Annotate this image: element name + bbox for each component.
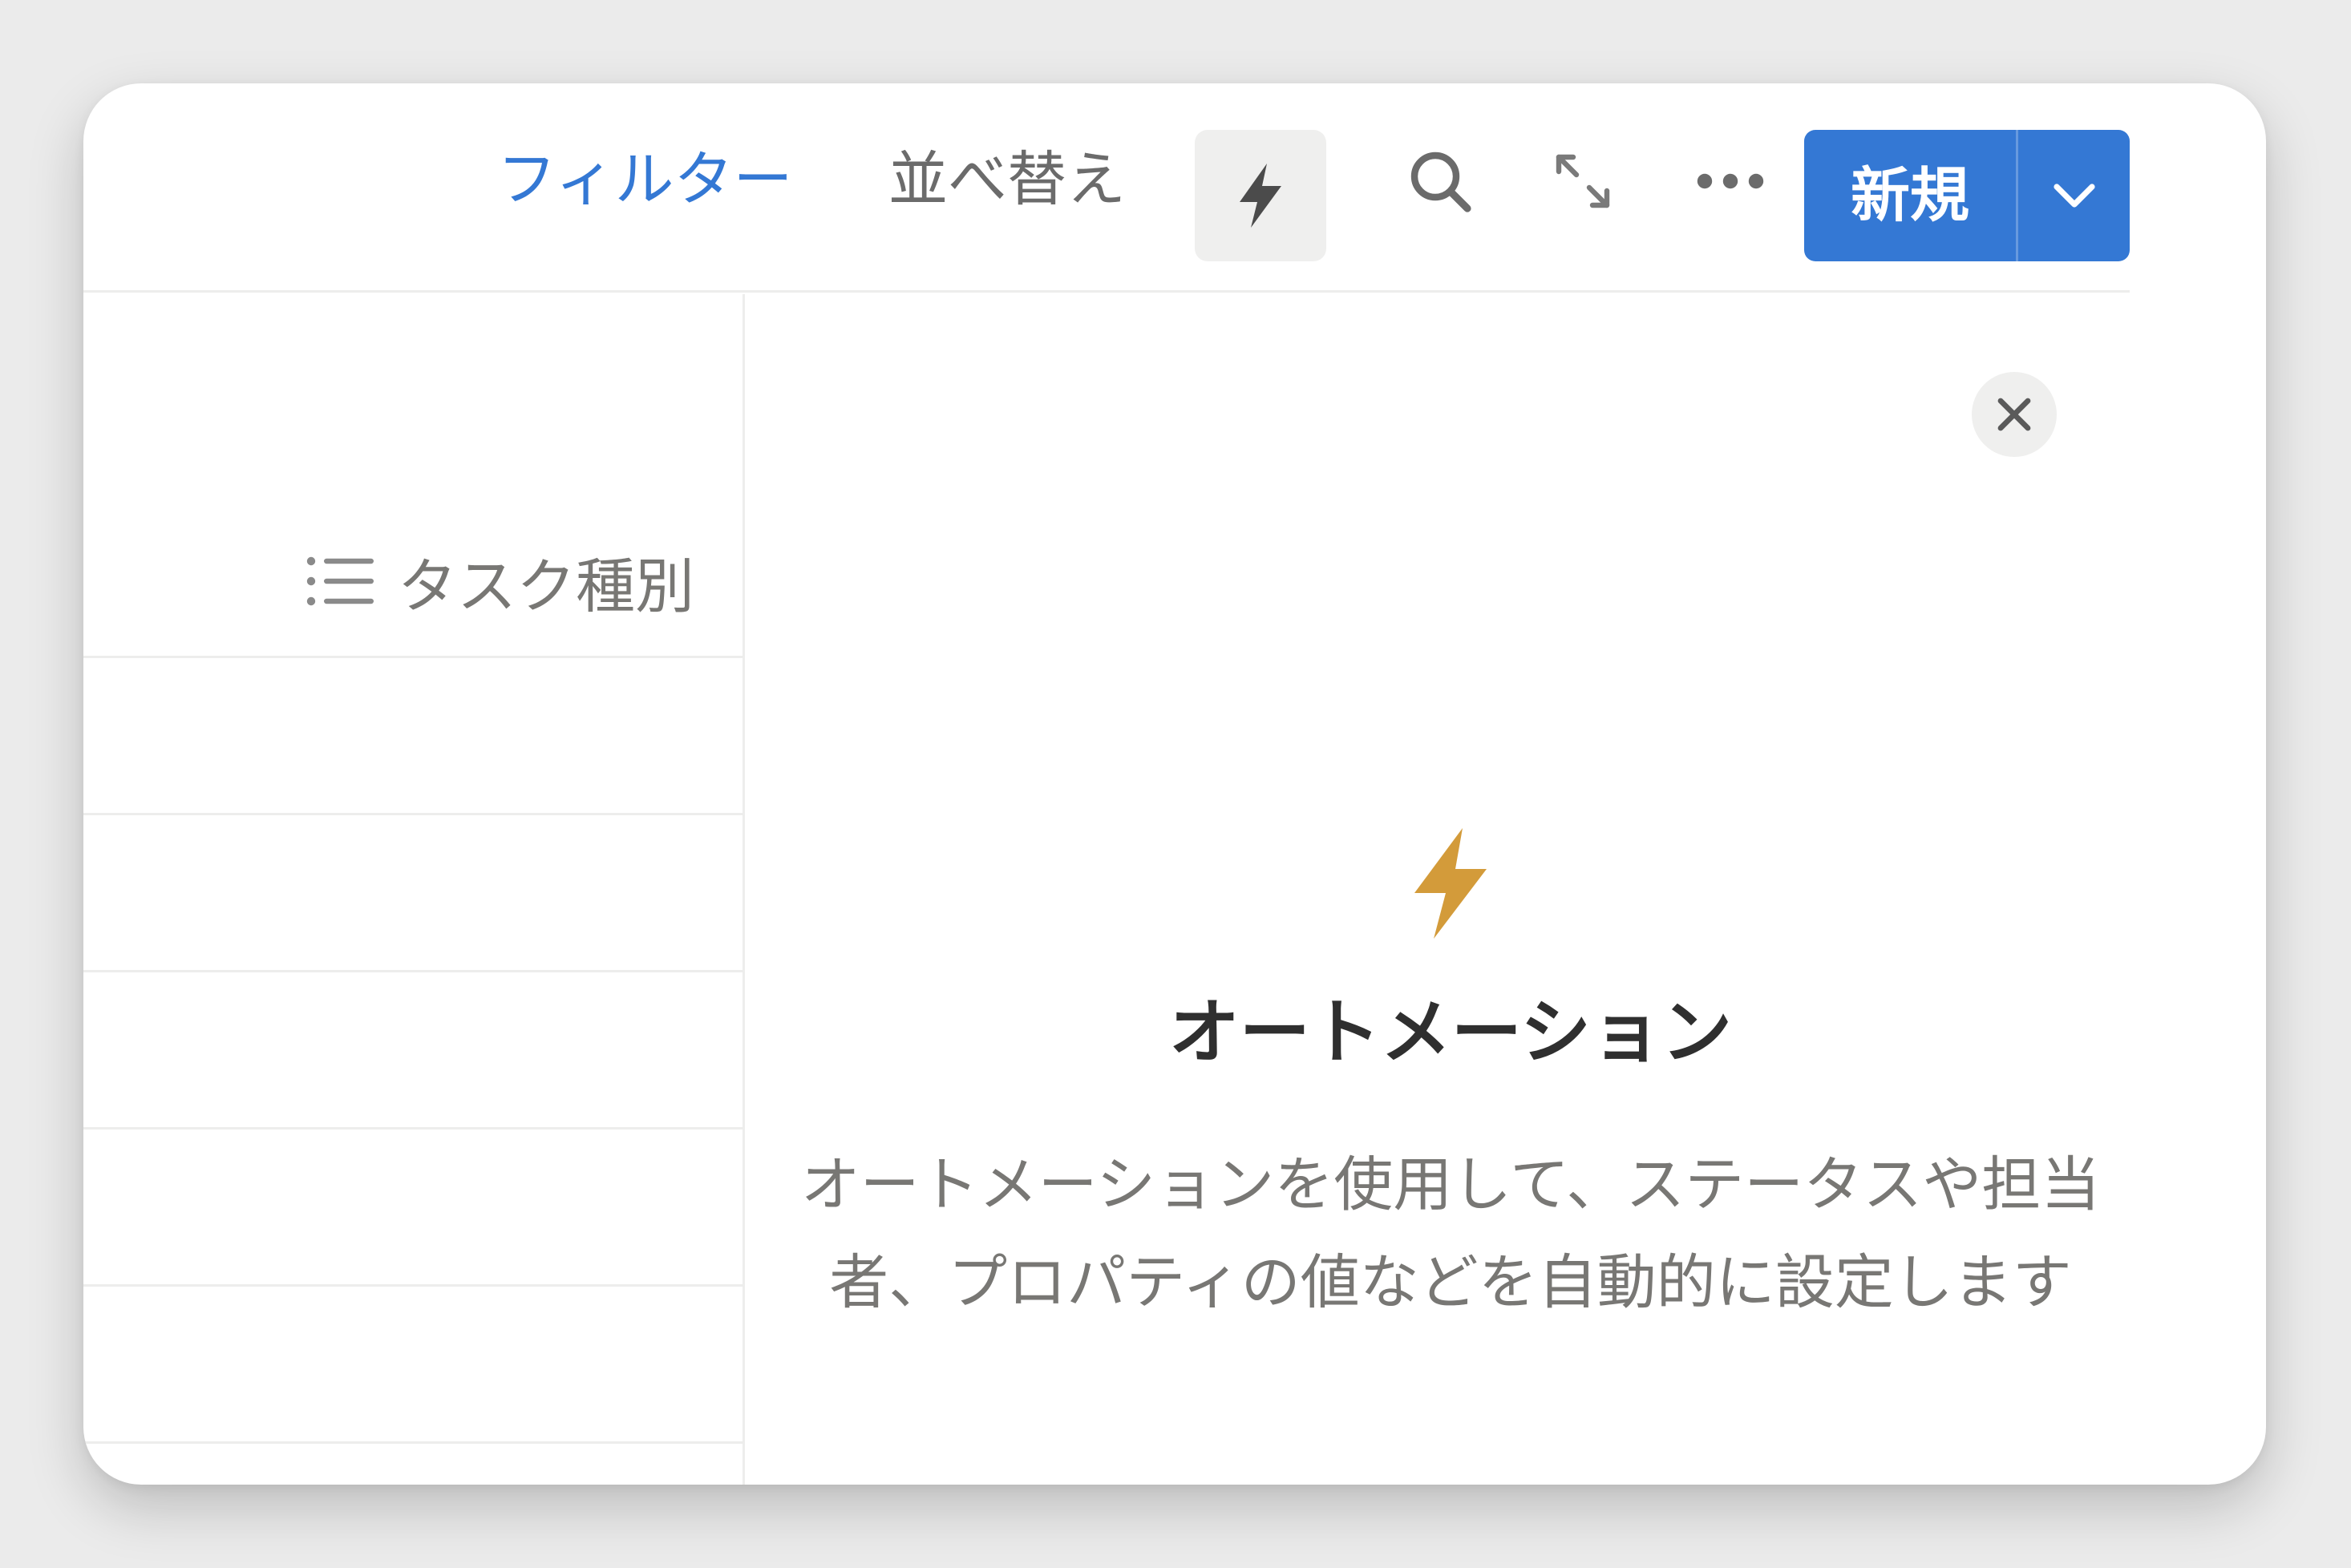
table-column: タスク種別 <box>83 293 743 1485</box>
view-toolbar: フィルター 並べ替え 新規 <box>83 83 2266 292</box>
search-icon <box>1410 152 1471 212</box>
search-button[interactable] <box>1390 131 1490 231</box>
list-icon <box>306 556 374 606</box>
automation-panel: オートメーション オートメーションを使用して、ステータスや担当者、プロパティの値… <box>745 294 2266 1485</box>
new-button-group: 新規 <box>1804 130 2130 261</box>
database-view-card: フィルター 並べ替え 新規 タスク種別 オートメーション オートメーションを使用… <box>83 83 2266 1485</box>
bolt-icon <box>1240 164 1281 228</box>
automation-button[interactable] <box>1195 130 1326 261</box>
automation-title: オートメーション <box>1168 991 1733 1073</box>
close-button[interactable] <box>1972 372 2057 457</box>
filter-button[interactable]: フィルター <box>497 131 793 228</box>
new-button[interactable]: 新規 <box>1804 130 2016 261</box>
sort-button[interactable]: 並べ替え <box>888 131 1126 228</box>
table-row[interactable] <box>83 658 743 815</box>
chevron-down-icon <box>2053 184 2095 208</box>
bolt-icon <box>1414 828 1487 939</box>
new-dropdown-button[interactable] <box>2018 130 2130 261</box>
table-row[interactable] <box>83 815 743 972</box>
expand-button[interactable] <box>1533 131 1633 231</box>
more-options-button[interactable] <box>1681 131 1780 231</box>
automation-description: オートメーションを使用して、ステータスや担当者、プロパティの値などを自動的に設定… <box>800 1150 2101 1317</box>
column-header-label: タスク種別 <box>398 552 694 621</box>
table-row[interactable] <box>83 972 743 1130</box>
close-icon <box>1997 398 2031 431</box>
column-header: タスク種別 <box>83 293 743 658</box>
table-row[interactable] <box>83 1287 743 1444</box>
table-row[interactable] <box>83 1130 743 1287</box>
more-horizontal-icon <box>1697 173 1764 189</box>
column-header-task-type[interactable]: タスク種別 <box>305 533 694 629</box>
expand-icon <box>1556 154 1610 208</box>
